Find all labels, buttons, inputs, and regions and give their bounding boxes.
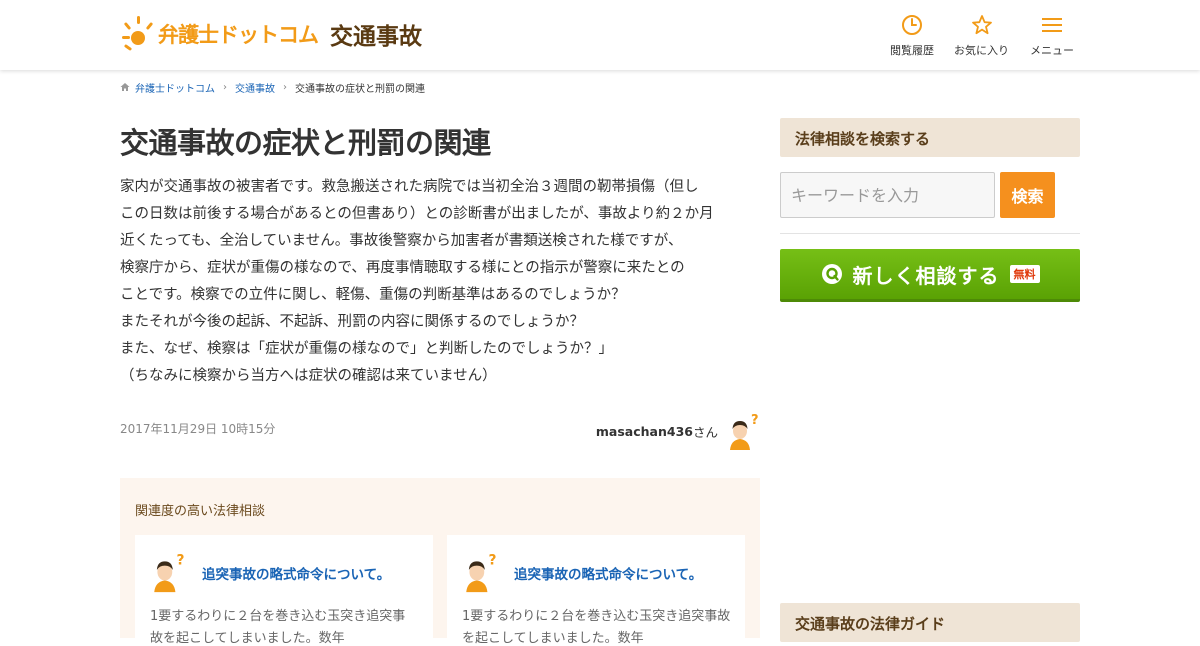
search-button[interactable]: 検索 [1000, 172, 1055, 218]
post-date: 2017年11月29日 10時15分 [120, 422, 276, 436]
asker-name: masachan436 [595, 423, 693, 439]
question-line: 検察庁から、症状が重傷の様なので、再度事情聴取する様にとの指示が警察に来たとの [120, 260, 685, 276]
breadcrumb-home-link[interactable]: 弁護士ドットコム [135, 80, 215, 95]
breadcrumb: 弁護士ドットコム › 交通事故 › 交通事故の症状と刑罰の関連 [120, 80, 425, 95]
history-nav-button[interactable]: 閲覧履歴 [890, 14, 934, 58]
related-heading: 関連度の高い法律相談 [135, 504, 266, 519]
clock-icon [902, 15, 922, 35]
related-card[interactable]: ? 追突事故の略式命令について。 1要するわりに２台を巻き込む玉突き追突事故 を… [447, 535, 745, 646]
favorites-nav-button[interactable]: お気に入り [954, 14, 1009, 58]
user-question-icon: ? [154, 553, 184, 593]
history-nav-label: 閲覧履歴 [890, 44, 934, 57]
question-line: またそれが今後の起訴、不起訴、刑罰の内容に関係するのでしょうか？ [120, 314, 584, 330]
favorites-nav-label: お気に入り [954, 44, 1009, 57]
site-header: 弁護士ドットコム 交通事故 閲覧履歴 お気に入り メニュー [0, 0, 1200, 70]
menu-nav-button[interactable]: メニュー [1030, 14, 1074, 58]
chat-q-icon [821, 264, 842, 284]
question-line: また、なぜ、検察は「症状が重傷の様なので」と判断したのでしょうか？」 [120, 341, 613, 357]
breadcrumb-category-link[interactable]: 交通事故 [235, 80, 275, 95]
divider [780, 233, 1080, 234]
site-logo[interactable]: 弁護士ドットコム 交通事故 [122, 12, 422, 56]
question-line: （ちなみに検察から当方へは症状の確認は来ていません） [120, 368, 497, 384]
asker-info: masachan436 さん ? [596, 412, 760, 450]
related-consultations: 関連度の高い法律相談 ? 追突事故の略式命令について。 1要するわりに２台を巻き… [120, 478, 760, 646]
chevron-right-icon: › [283, 81, 287, 93]
asker-suffix: さん [692, 424, 718, 440]
free-badge: 無料 [1009, 265, 1040, 283]
star-icon [971, 15, 992, 35]
svg-text:?: ? [176, 553, 184, 569]
new-consultation-label: 新しく相談する [852, 263, 1000, 288]
chevron-right-icon: › [223, 81, 227, 93]
svg-text:?: ? [751, 413, 759, 428]
question-line: ことです。検察での立件に関し、軽傷、重傷の判断基準はあるのでしょうか？ [120, 287, 626, 303]
menu-icon [1042, 18, 1062, 32]
category-title[interactable]: 交通事故 [330, 17, 422, 51]
question-line: 家内が交通事故の被害者です。救急搬送された病院では当初全治３週間の靭帯損傷（但し [120, 179, 699, 195]
svg-text:?: ? [488, 553, 496, 569]
question-line: この日数は前後する場合があるとの但書あり）との診断書が出ましたが、事故より約２か… [120, 206, 714, 222]
asker-avatar-icon: ? [730, 413, 759, 450]
breadcrumb-current: 交通事故の症状と刑罰の関連 [295, 83, 425, 95]
related-card-title[interactable]: 追突事故の略式命令について。 [202, 563, 390, 583]
logo-text: 弁護士ドットコム [158, 23, 319, 47]
home-icon [120, 83, 130, 91]
search-heading: 法律相談を検索する [780, 118, 1080, 157]
user-question-icon: ? [466, 553, 496, 593]
related-card-title[interactable]: 追突事故の略式命令について。 [514, 563, 702, 583]
related-card-excerpt: 1要するわりに２台を巻き込む玉突き追突事 [150, 609, 406, 624]
question-line: 近くたっても、全治していません。事故後警察から加害者が書類送検された様ですが、 [120, 233, 683, 249]
search-input[interactable] [780, 172, 995, 218]
related-card[interactable]: ? 追突事故の略式命令について。 1要するわりに２台を巻き込む玉突き追突事 故を… [135, 535, 433, 646]
question-body: 家内が交通事故の被害者です。救急搬送された病院では当初全治３週間の靭帯損傷（但し… [120, 174, 760, 390]
related-card-excerpt: 1要するわりに２台を巻き込む玉突き追突事故 [462, 609, 731, 624]
page-title: 交通事故の症状と刑罰の関連 [120, 126, 491, 160]
new-consultation-button[interactable]: 新しく相談する 無料 [780, 249, 1080, 302]
guide-heading: 交通事故の法律ガイド [780, 603, 1080, 642]
menu-nav-label: メニュー [1030, 44, 1074, 57]
sun-logo-icon [122, 16, 153, 51]
